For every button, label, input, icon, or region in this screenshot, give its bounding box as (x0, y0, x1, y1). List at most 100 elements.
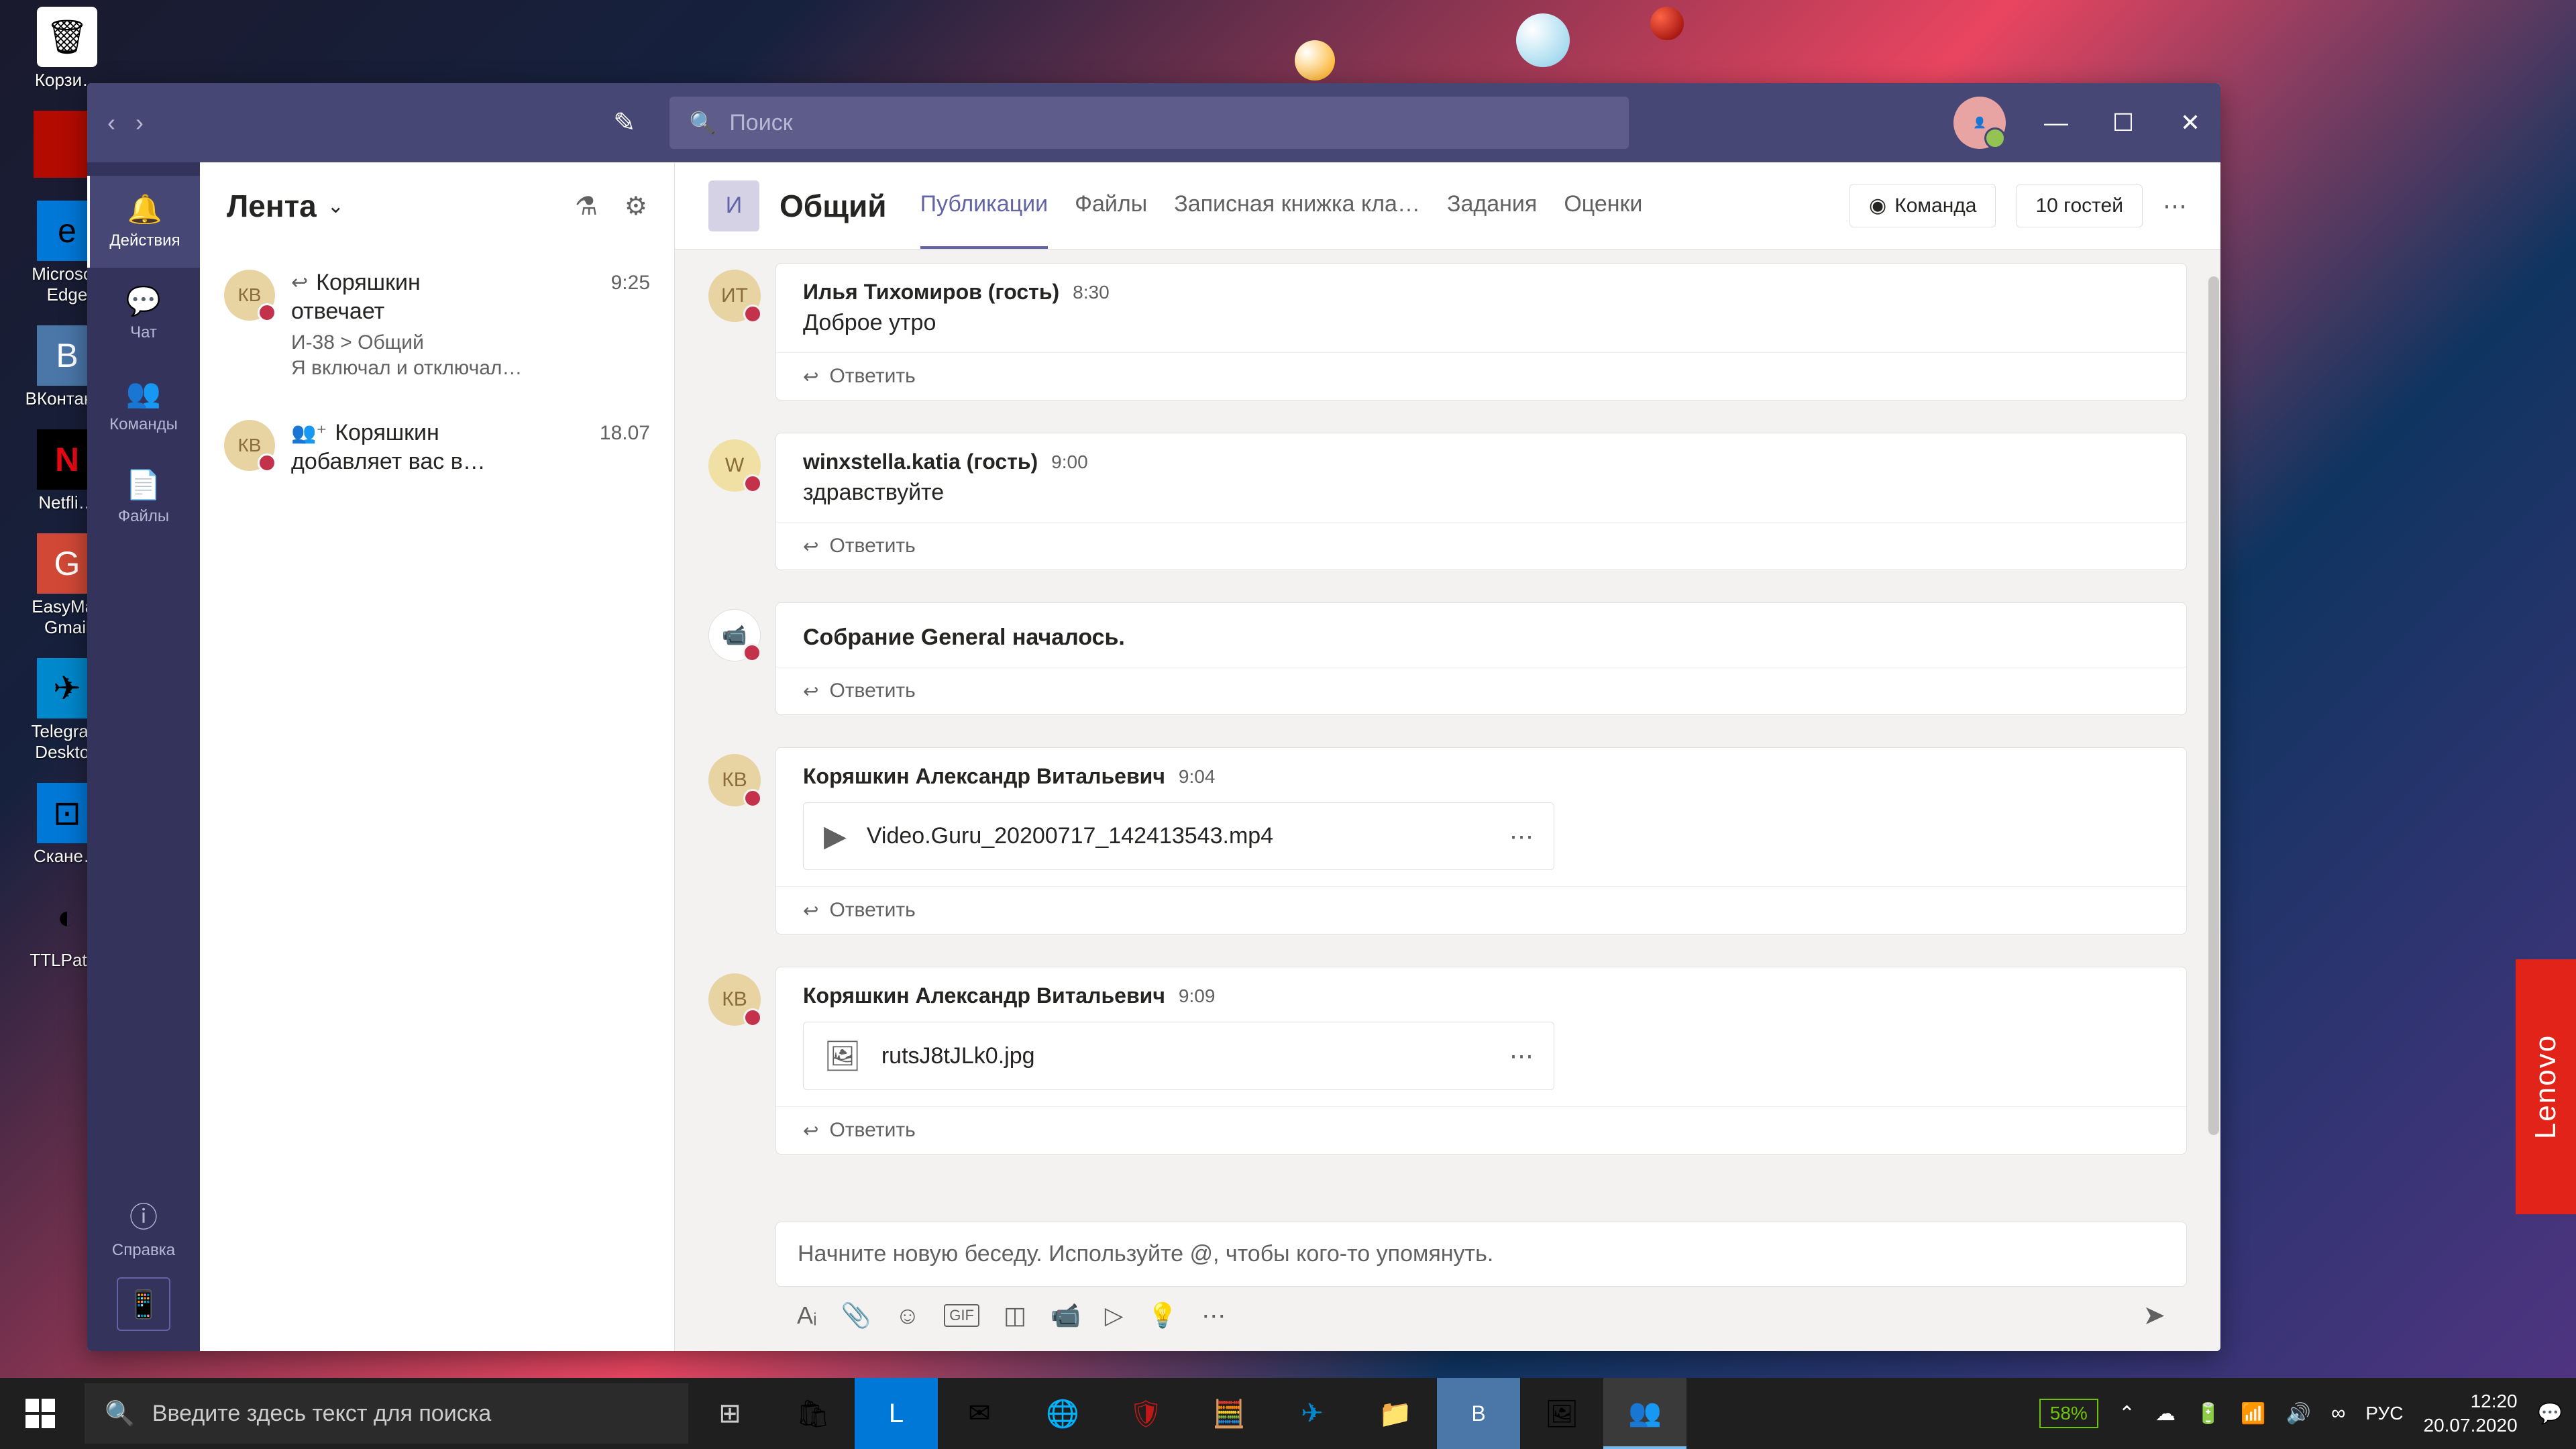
avatar: W (708, 439, 761, 492)
tb-explorer[interactable]: 📁 (1354, 1378, 1437, 1449)
gif-icon[interactable]: GIF (944, 1304, 979, 1327)
tb-calc[interactable]: 🧮 (1187, 1378, 1271, 1449)
battery-indicator[interactable]: 58% (2039, 1399, 2098, 1428)
tb-chrome[interactable]: 🌐 (1021, 1378, 1104, 1449)
reply-icon: ↩ (803, 366, 818, 388)
tb-telegram[interactable]: ✈ (1271, 1378, 1354, 1449)
channel-more-icon[interactable]: ⋯ (2163, 192, 2187, 220)
feed-panel: Лента ⌄ ⚗ ⚙ КВ ↩ Коряшкин 9:25 отвечает … (200, 162, 675, 1351)
filter-icon[interactable]: ⚗ (575, 191, 598, 221)
sticker-icon[interactable]: ◫ (1004, 1301, 1026, 1330)
praise-icon[interactable]: 💡 (1147, 1301, 1177, 1330)
search-icon: 🔍 (105, 1399, 135, 1428)
new-message-button[interactable]: ✎ (613, 107, 636, 138)
team-button[interactable]: ◉ Команда (1849, 184, 1996, 227)
chevron-down-icon[interactable]: ⌄ (327, 195, 344, 218)
message-thread: Собрание General началось. ↩ Ответить (775, 602, 2187, 715)
attachment[interactable]: 🖼 rutsJ8tJLk0.jpg ⋯ (803, 1022, 1554, 1090)
desktop-icon[interactable]: 🗑Корзи… (13, 7, 121, 91)
meet-now-icon[interactable]: 📹 (1051, 1301, 1081, 1330)
stream-icon[interactable]: ▷ (1105, 1301, 1124, 1330)
reply-icon: ↩ (803, 900, 818, 922)
channel-tab[interactable]: Публикации (920, 162, 1049, 249)
rail-help[interactable]: ⓘ Справка (87, 1177, 200, 1277)
reply-button[interactable]: ↩ Ответить (776, 1106, 2186, 1154)
message-wrapper: ИТ Илья Тихомиров (гость)8:30Доброе утро… (708, 263, 2187, 417)
channel-name: Общий (780, 188, 887, 224)
gear-icon[interactable]: ⚙ (625, 191, 647, 221)
minimize-button[interactable]: — (2039, 109, 2073, 137)
reply-button[interactable]: ↩ Ответить (776, 886, 2186, 934)
rail-icon: 💬 (126, 285, 161, 318)
title-bar: ‹ › ✎ 🔍 👤 — ☐ ✕ (87, 83, 2220, 162)
feed-item[interactable]: КВ 👥⁺ Коряшкин 18.07 добавляет вас в… (200, 400, 674, 495)
tb-store[interactable]: 🛍 (771, 1378, 855, 1449)
reply-button[interactable]: ↩ Ответить (776, 667, 2186, 714)
message-wrapper: КВ Коряшкин Александр Витальевич9:04 ▶ V… (708, 747, 2187, 951)
rail-item[interactable]: 📄Файлы (87, 451, 200, 543)
compose-more-icon[interactable]: ⋯ (1201, 1301, 1226, 1330)
tb-mcafee[interactable]: 🛡 (1104, 1378, 1187, 1449)
attach-icon[interactable]: 📎 (841, 1301, 871, 1330)
left-rail: 🔔Действия💬Чат👥Команды📄Файлы ⓘ Справка 📱 (87, 162, 200, 1351)
tray-volume-icon[interactable]: 🔊 (2286, 1402, 2311, 1426)
tray-dolby-icon[interactable]: ∞ (2331, 1402, 2345, 1425)
channel-tab[interactable]: Оценки (1564, 162, 1642, 249)
channel-tab[interactable]: Файлы (1075, 162, 1147, 249)
channel-tab[interactable]: Записная книжка кла… (1174, 162, 1420, 249)
tray-chevron-icon[interactable]: ⌃ (2118, 1402, 2135, 1426)
reply-icon: ↩ (803, 680, 818, 702)
tray-onedrive-icon[interactable]: ☁ (2155, 1402, 2176, 1426)
emoji-icon[interactable]: ☺ (896, 1301, 920, 1330)
maximize-button[interactable]: ☐ (2106, 109, 2140, 137)
rail-item[interactable]: 💬Чат (87, 268, 200, 360)
close-button[interactable]: ✕ (2174, 109, 2207, 137)
message-wrapper: КВ Коряшкин Александр Витальевич9:09 🖼 r… (708, 967, 2187, 1171)
tray-battery-icon[interactable]: 🔋 (2196, 1402, 2220, 1426)
scrollbar[interactable] (2208, 276, 2219, 1135)
guests-button[interactable]: 10 гостей (2016, 184, 2143, 227)
taskbar-search[interactable]: 🔍 Введите здесь текст для поиска (85, 1383, 688, 1444)
tb-vk[interactable]: B (1437, 1378, 1520, 1449)
channel-header: И Общий Публикации Файлы Записная книжка к… (675, 162, 2220, 250)
attachment-more-icon[interactable]: ⋯ (1509, 1042, 1534, 1070)
send-button[interactable]: ➤ (2143, 1300, 2165, 1331)
tb-app-l[interactable]: L (855, 1378, 938, 1449)
rail-icon: 👥 (126, 377, 161, 410)
user-avatar[interactable]: 👤 (1953, 97, 2006, 149)
channel-tab[interactable]: Задания (1447, 162, 1537, 249)
language-indicator[interactable]: РУС (2365, 1403, 2403, 1424)
tb-mail[interactable]: ✉ (938, 1378, 1021, 1449)
datetime[interactable]: 12:20 20.07.2020 (2424, 1389, 2518, 1438)
attachment[interactable]: ▶ Video.Guru_20200717_142413543.mp4 ⋯ (803, 802, 1554, 870)
start-button[interactable] (0, 1378, 80, 1449)
feed-type-icon: ↩ (291, 271, 308, 294)
format-icon[interactable]: Aᵢ (797, 1301, 817, 1330)
reply-button[interactable]: ↩ Ответить (776, 522, 2186, 570)
desktop-orb (1295, 40, 1335, 80)
attachment-more-icon[interactable]: ⋯ (1509, 822, 1534, 851)
avatar: КВ (708, 973, 761, 1026)
compose-box[interactable] (775, 1222, 2187, 1287)
tb-photos[interactable]: 🖼 (1520, 1378, 1603, 1449)
file-icon: ▶ (824, 819, 847, 853)
app-icon: 🗑 (37, 7, 97, 67)
feed-item[interactable]: КВ ↩ Коряшкин 9:25 отвечает И-38 > Общий… (200, 250, 674, 400)
search-box[interactable]: 🔍 (669, 97, 1629, 149)
lenovo-badge: Lenovo (2516, 959, 2576, 1214)
rail-item[interactable]: 🔔Действия (87, 176, 200, 268)
task-view-button[interactable]: ⊞ (688, 1378, 771, 1449)
nav-forward-button[interactable]: › (136, 109, 144, 137)
rail-item[interactable]: 👥Команды (87, 360, 200, 451)
notifications-icon[interactable]: 💬 (2538, 1402, 2563, 1426)
rail-apps-button[interactable]: 📱 (117, 1277, 170, 1331)
desktop-orb (1650, 7, 1684, 40)
nav-back-button[interactable]: ‹ (107, 109, 115, 137)
feed-type-icon: 👥⁺ (291, 421, 327, 445)
reply-button[interactable]: ↩ Ответить (776, 352, 2186, 400)
search-input[interactable] (729, 110, 1608, 136)
tray-wifi-icon[interactable]: 📶 (2241, 1402, 2265, 1426)
compose-input[interactable] (798, 1241, 2165, 1267)
team-avatar: И (708, 180, 759, 231)
tb-teams[interactable]: 👥 (1603, 1378, 1686, 1449)
